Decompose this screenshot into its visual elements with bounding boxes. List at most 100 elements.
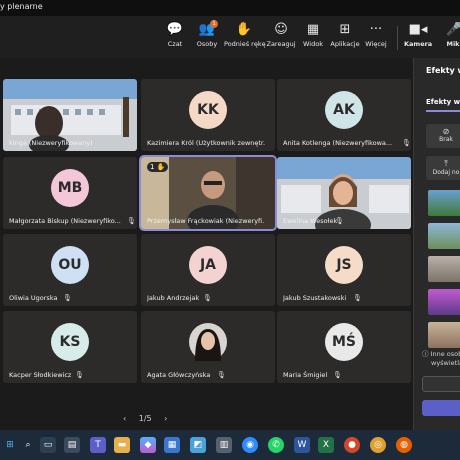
windows-icon[interactable]: ⊞	[2, 437, 18, 453]
store-icon[interactable]: ▦	[164, 437, 180, 453]
teams-meeting-window: y plenarne 💬 Czat 👥 1 Osoby ✋ Podnieś rę…	[0, 0, 460, 430]
more-button[interactable]: ··· Więcej	[364, 22, 388, 54]
muted-mic-icon: 🎙	[217, 371, 226, 379]
avatar: JA	[189, 246, 227, 284]
avatar: MB	[51, 169, 89, 207]
widgets-icon[interactable]: ▤	[64, 437, 80, 453]
participant-name: kinga (Niezweryfikowany)	[9, 139, 93, 147]
page-indicator: 1/5	[138, 414, 152, 423]
effects-panel: Efekty w Efekty wi ⊘ Brak ⤒ Dodaj no ⓘ I…	[413, 58, 460, 430]
word-icon[interactable]: W	[294, 437, 310, 453]
avatar: OU	[51, 246, 89, 284]
zoom-icon[interactable]: ◉	[242, 437, 258, 453]
participant-name: Małgorzata Biskup (Niezweryfiko...	[9, 217, 121, 225]
no-effect-option[interactable]: ⊘ Brak	[426, 124, 460, 148]
chat-icon: 💬	[166, 22, 184, 37]
chat-button[interactable]: 💬 Czat	[164, 22, 186, 54]
people-button[interactable]: 👥 1 Osoby	[194, 20, 220, 54]
participant-tile[interactable]: Agata Główczyńska 🎙	[141, 311, 275, 383]
background-thumbnail[interactable]	[428, 322, 460, 348]
gallery-pager: ‹ 1/5 ›	[118, 414, 172, 423]
window-title: y plenarne	[0, 2, 43, 11]
participant-tile[interactable]: kinga (Niezweryfikowany)	[3, 79, 137, 151]
explorer-icon[interactable]: ▬	[114, 437, 130, 453]
more-icon: ···	[369, 22, 383, 37]
background-thumbnail[interactable]	[428, 289, 460, 315]
view-button[interactable]: ▦ Widok	[301, 22, 325, 54]
title-bar: y plenarne	[0, 0, 460, 16]
background-thumbnail[interactable]	[428, 256, 460, 282]
background-thumbnail[interactable]	[428, 223, 460, 249]
photos-icon[interactable]: ◩	[190, 437, 206, 453]
copilot-icon[interactable]: ◆	[140, 437, 156, 453]
raised-hand-indicator: 1 ✋	[147, 162, 169, 172]
participant-name: Jakub Szustakowski	[283, 294, 347, 302]
hand-icon: ✋	[235, 22, 253, 37]
participant-tile[interactable]: MB Małgorzata Biskup (Niezweryfiko... 🎙	[3, 157, 137, 229]
participant-tile[interactable]: Ewelina Wesołek 🎙	[277, 157, 411, 229]
participant-name: Kacper Słodkiewicz	[9, 371, 72, 379]
participant-name: Anita Kotlenga (Niezweryfikowa...	[283, 139, 393, 147]
camera-button[interactable]: ■◂ Kamera	[404, 22, 432, 54]
participant-tile[interactable]: MŚ Maria Śmigiel 🎙	[277, 311, 411, 383]
firefox-icon[interactable]: ◍	[396, 437, 412, 453]
muted-mic-icon: 🎙	[402, 139, 411, 147]
muted-mic-icon: 🎙	[353, 294, 362, 302]
previous-page-button[interactable]: ‹	[123, 414, 126, 423]
participant-tile[interactable]: OU Oliwia Ugorska 🎙	[3, 234, 137, 306]
participant-tile-speaking[interactable]: 1 ✋ Przemysław Frąckowiak (Niezweryfi...	[139, 155, 277, 231]
muted-mic-icon: 🎙	[75, 371, 84, 379]
muted-mic-icon: 🎙	[63, 294, 72, 302]
meeting-toolbar: 💬 Czat 👥 1 Osoby ✋ Podnieś rękę ☺ Zareag…	[0, 16, 460, 58]
raise-hand-button[interactable]: ✋ Podnieś rękę	[224, 22, 266, 54]
panel-info-text: ⓘ Inne osob wyświetla	[422, 350, 460, 367]
background-thumbnail[interactable]	[428, 190, 460, 216]
mic-icon: 🎤	[446, 22, 460, 37]
avatar: KK	[189, 91, 227, 129]
info-icon: ⓘ	[422, 350, 429, 358]
muted-mic-icon: 🎙	[333, 371, 342, 379]
avatar: JS	[325, 246, 363, 284]
teams-icon[interactable]: T	[90, 437, 106, 453]
next-page-button[interactable]: ›	[164, 414, 167, 423]
participant-tile[interactable]: KK Kazimiera Król (Użytkownik zewnętr...	[141, 79, 275, 151]
calculator-icon[interactable]: ▥	[216, 437, 232, 453]
participant-name: Jakub Andrzejak	[147, 294, 200, 302]
chrome-alt-icon[interactable]: ◎	[370, 437, 386, 453]
muted-mic-icon: 🎙	[335, 217, 344, 225]
participant-tile[interactable]: JS Jakub Szustakowski 🎙	[277, 234, 411, 306]
whatsapp-icon[interactable]: ✆	[268, 437, 284, 453]
taskview-icon[interactable]: ▭	[40, 437, 56, 453]
toolbar-divider	[397, 26, 398, 50]
participant-tile[interactable]: AK Anita Kotlenga (Niezweryfikowa... 🎙	[277, 79, 411, 151]
react-button[interactable]: ☺ Zareaguj	[266, 22, 296, 54]
chrome-icon[interactable]: ●	[344, 437, 360, 453]
participant-tile[interactable]: JA Jakub Andrzejak 🎙	[141, 234, 275, 306]
apps-button[interactable]: ⊞ Aplikacje	[330, 22, 360, 54]
participant-name: Agata Główczyńska	[147, 371, 211, 379]
grid-icon: ▦	[306, 22, 320, 37]
profile-photo	[189, 323, 227, 361]
participant-tile[interactable]: KS Kacper Słodkiewicz 🎙	[3, 311, 137, 383]
participant-name: Maria Śmigiel	[283, 371, 328, 379]
upload-icon: ⤒	[444, 159, 448, 168]
none-icon: ⊘	[442, 127, 450, 136]
smile-icon: ☺	[274, 22, 288, 37]
participant-name: Przemysław Frąckowiak (Niezweryfi...	[147, 217, 265, 225]
panel-tab-video-effects[interactable]: Efekty wi	[426, 98, 460, 106]
apply-button[interactable]	[422, 400, 460, 416]
camera-icon: ■◂	[408, 22, 428, 37]
participant-gallery: kinga (Niezweryfikowany) KK Kazimiera Kr…	[0, 58, 413, 430]
tab-underline	[426, 110, 460, 112]
plus-icon: ⊞	[339, 22, 351, 37]
muted-mic-icon: 🎙	[127, 217, 136, 225]
add-new-background-option[interactable]: ⤒ Dodaj no	[426, 156, 460, 180]
search-icon[interactable]: ⌕	[20, 437, 36, 453]
people-badge: 1	[210, 20, 218, 28]
panel-title: Efekty w	[426, 66, 460, 75]
participant-name: Ewelina Wesołek	[283, 217, 338, 225]
mic-button[interactable]: 🎤 Mik	[446, 22, 460, 54]
preview-button[interactable]	[422, 376, 460, 392]
avatar: MŚ	[325, 323, 363, 361]
excel-icon[interactable]: X	[318, 437, 334, 453]
